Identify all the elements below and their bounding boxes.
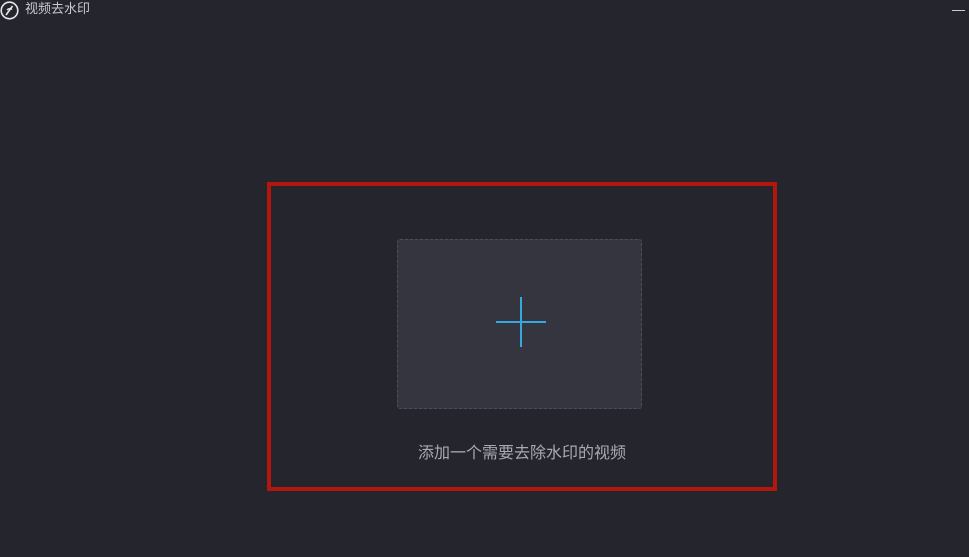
plus-icon	[496, 297, 546, 347]
app-logo-icon	[0, 1, 19, 20]
minimize-button[interactable]	[949, 0, 969, 20]
title-bar: 视频去水印	[0, 0, 969, 22]
window-title: 视频去水印	[25, 2, 91, 17]
add-video-button[interactable]	[397, 239, 642, 409]
minimize-icon	[952, 10, 965, 11]
add-video-hint: 添加一个需要去除水印的视频	[417, 443, 626, 462]
